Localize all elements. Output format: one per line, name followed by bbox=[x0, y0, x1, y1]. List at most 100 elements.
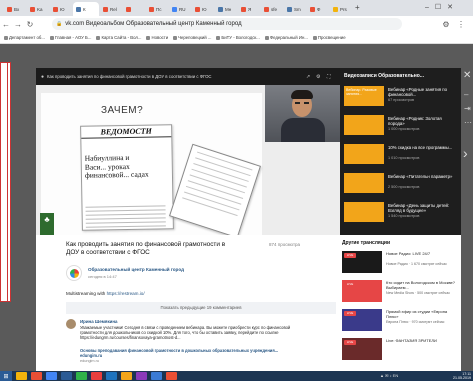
taskbar-app-icon[interactable] bbox=[16, 372, 27, 380]
browser-tab[interactable]: Bx bbox=[4, 2, 26, 16]
bookmark-item[interactable]: Новости bbox=[146, 35, 168, 40]
other-streams-panel: Другие трансляции LIVE Новое Радио: LIVE … bbox=[340, 235, 461, 371]
fullscreen-icon[interactable]: ⛶ bbox=[327, 74, 331, 80]
live-stream-item[interactable]: LIVE Прямой эфир из студии «Европа Плюс» Е… bbox=[342, 309, 460, 332]
browser-tab[interactable]: Ka bbox=[27, 2, 49, 16]
new-tab-button[interactable]: + bbox=[355, 3, 360, 12]
taskbar-app-icon[interactable] bbox=[31, 372, 42, 380]
owner-avatar[interactable] bbox=[66, 265, 82, 281]
related-video-title[interactable]: 10% скидка на все программы... bbox=[388, 145, 454, 150]
live-stream-item[interactable]: LIVE Новое Радио: LIVE 24/7 Новое Радио · … bbox=[342, 251, 460, 274]
bookmark-item[interactable]: Череповецкий ... bbox=[173, 35, 211, 40]
hide-sidebar-icon[interactable]: ⇥ bbox=[464, 104, 471, 113]
taskbar-app-icon[interactable] bbox=[61, 372, 72, 380]
bookmark-item[interactable]: Карта Сайта - Вол... bbox=[96, 35, 141, 40]
next-video-arrow-icon[interactable]: › bbox=[463, 145, 468, 161]
browser-tab[interactable]: Sm bbox=[284, 2, 306, 16]
related-video-thumbnail[interactable] bbox=[344, 144, 384, 164]
tab-label: sfe bbox=[271, 6, 278, 12]
related-video-thumbnail[interactable] bbox=[344, 115, 384, 135]
browser-tab[interactable]: Prs bbox=[330, 2, 352, 16]
related-video-thumbnail[interactable] bbox=[344, 173, 384, 193]
start-button[interactable]: ⊞ bbox=[0, 371, 12, 381]
taskbar-app-icon[interactable] bbox=[106, 372, 117, 380]
live-stream-title[interactable]: Прямой эфир из студии «Европа Плюс» bbox=[386, 309, 458, 320]
related-video-title[interactable]: Вебинар «День защиты детей: Взгляд в буд… bbox=[388, 203, 454, 213]
url-field[interactable]: 🔒 vk.com Видеоальбом Образовательный цен… bbox=[52, 18, 402, 30]
browser-tab[interactable]: Пс bbox=[146, 2, 168, 16]
related-video-title[interactable]: Вебинар «Родник: Золотая порода» bbox=[388, 116, 454, 126]
bookmark-icon bbox=[264, 35, 269, 40]
back-icon[interactable]: ← bbox=[0, 20, 12, 29]
live-stream-title[interactable]: Live: ФАНТАЗИЯ ЗРИТЕЛИ bbox=[386, 338, 458, 344]
live-stream-item[interactable]: LIVE Live: ФАНТАЗИЯ ЗРИТЕЛИ bbox=[342, 338, 460, 361]
share-icon[interactable]: ↗ bbox=[306, 74, 310, 80]
tab-label: Rel bbox=[110, 6, 117, 12]
tab-favicon-icon bbox=[195, 6, 200, 12]
taskbar-app-icon[interactable] bbox=[151, 372, 162, 380]
restream-link[interactable]: https://restream.io/ bbox=[107, 291, 145, 296]
minimize-video-icon[interactable]: – bbox=[464, 90, 468, 99]
browser-tab[interactable]: Мн bbox=[215, 2, 237, 16]
browser-tab[interactable] bbox=[123, 2, 145, 16]
show-previous-comments-button[interactable]: Показать предыдущие 19 комментариев bbox=[66, 302, 336, 314]
browser-tab[interactable]: sfe bbox=[261, 2, 283, 16]
comment-author[interactable]: Ирина Шемякина bbox=[80, 319, 117, 324]
settings-icon[interactable]: ⚙ bbox=[316, 74, 320, 80]
related-video-thumbnail[interactable]: Вебинар. Разовые занятия... bbox=[344, 86, 384, 106]
reload-icon[interactable]: ↻ bbox=[24, 20, 36, 29]
related-video-thumbnail[interactable] bbox=[344, 202, 384, 222]
extensions-icon[interactable]: ⚙ bbox=[440, 20, 452, 29]
window-controls[interactable]: –☐✕ bbox=[425, 3, 459, 11]
owner-name[interactable]: Образовательный центр Каменный город bbox=[88, 267, 184, 272]
tab-label: К bbox=[83, 6, 86, 12]
taskbar-app-icon[interactable] bbox=[136, 372, 147, 380]
related-video-item[interactable]: 10% скидка на все программы... 1 010 прос… bbox=[344, 144, 454, 164]
left-side-banner bbox=[0, 62, 11, 302]
browser-tab[interactable]: Ф bbox=[307, 2, 329, 16]
taskbar-app-icon[interactable] bbox=[91, 372, 102, 380]
live-stream-title[interactable]: Кто сидит на Вологодском в Москве? Выбир… bbox=[386, 280, 458, 291]
taskbar-app-icon[interactable] bbox=[121, 372, 132, 380]
related-video-item[interactable]: Вебинар. Разовые занятия... Вебинар «Родн… bbox=[344, 86, 454, 106]
live-stream-thumbnail[interactable]: LIVE bbox=[342, 280, 382, 302]
taskbar-app-icon[interactable] bbox=[46, 372, 57, 380]
browser-tab[interactable]: К bbox=[73, 2, 99, 16]
slide-heading: ЗАЧЕМ? bbox=[101, 105, 144, 116]
live-stream-thumbnail[interactable]: LIVE bbox=[342, 309, 382, 331]
related-video-item[interactable]: Вебинар «День защиты детей: Взгляд в буд… bbox=[344, 202, 454, 222]
taskbar-app-icon[interactable] bbox=[166, 372, 177, 380]
comment-link-preview[interactable]: Основы преподавания финансовой грамотнос… bbox=[80, 348, 300, 358]
bookmark-item[interactable]: Просвещение bbox=[312, 35, 346, 40]
browser-tab[interactable]: Я bbox=[238, 2, 260, 16]
live-stream-thumbnail[interactable]: LIVE bbox=[342, 338, 382, 360]
forward-icon[interactable]: → bbox=[12, 20, 24, 29]
more-icon[interactable]: ⋯ bbox=[464, 118, 472, 127]
live-stream-title[interactable]: Новое Радио: LIVE 24/7 bbox=[386, 251, 458, 257]
related-video-title[interactable]: Вебинар «Родные занятия по финансовой... bbox=[388, 87, 454, 97]
related-video-title[interactable]: Вебинар «Питательн параметр» bbox=[388, 174, 454, 179]
tab-favicon-icon bbox=[333, 6, 338, 12]
browser-tab[interactable]: Ю bbox=[192, 2, 214, 16]
bookmark-item[interactable]: БиТУ - Вологодск... bbox=[216, 35, 260, 40]
related-video-item[interactable]: Вебинар «Питательн параметр» 2 500 просмо… bbox=[344, 173, 454, 193]
live-stream-thumbnail[interactable]: LIVE bbox=[342, 251, 382, 273]
browser-tab[interactable]: RU bbox=[169, 2, 191, 16]
browser-tab[interactable]: Rel bbox=[100, 2, 122, 16]
video-player[interactable]: ЗАЧЕМ? ВЕДОМОСТИ Набиуллина и Васи... ур… bbox=[36, 85, 340, 235]
menu-icon[interactable]: ⋮ bbox=[455, 20, 467, 29]
bookmark-item[interactable]: Федеральный Ин... bbox=[264, 35, 308, 40]
bookmark-item[interactable]: Департамент об... bbox=[4, 35, 45, 40]
avatar[interactable] bbox=[66, 319, 76, 329]
live-stream-item[interactable]: LIVE Кто сидит на Вологодском в Москве? В… bbox=[342, 280, 460, 303]
bookmark-item[interactable]: Главная - АОУ Б... bbox=[49, 35, 91, 40]
tab-favicon-icon bbox=[76, 6, 81, 12]
close-icon[interactable]: ✕ bbox=[463, 70, 471, 81]
taskbar-app-icon[interactable] bbox=[76, 372, 87, 380]
document-image bbox=[169, 143, 261, 235]
bookmark-label: Новости bbox=[151, 35, 169, 40]
browser-tab[interactable]: Ю bbox=[50, 2, 72, 16]
related-video-item[interactable]: Вебинар «Родник: Золотая порода» 1 000 пр… bbox=[344, 115, 454, 135]
video-title: Как проводить занятия по финансовой грам… bbox=[66, 241, 226, 256]
address-bar-row: ← → ↻ 🔒 vk.com Видеоальбом Образовательн… bbox=[0, 16, 473, 32]
